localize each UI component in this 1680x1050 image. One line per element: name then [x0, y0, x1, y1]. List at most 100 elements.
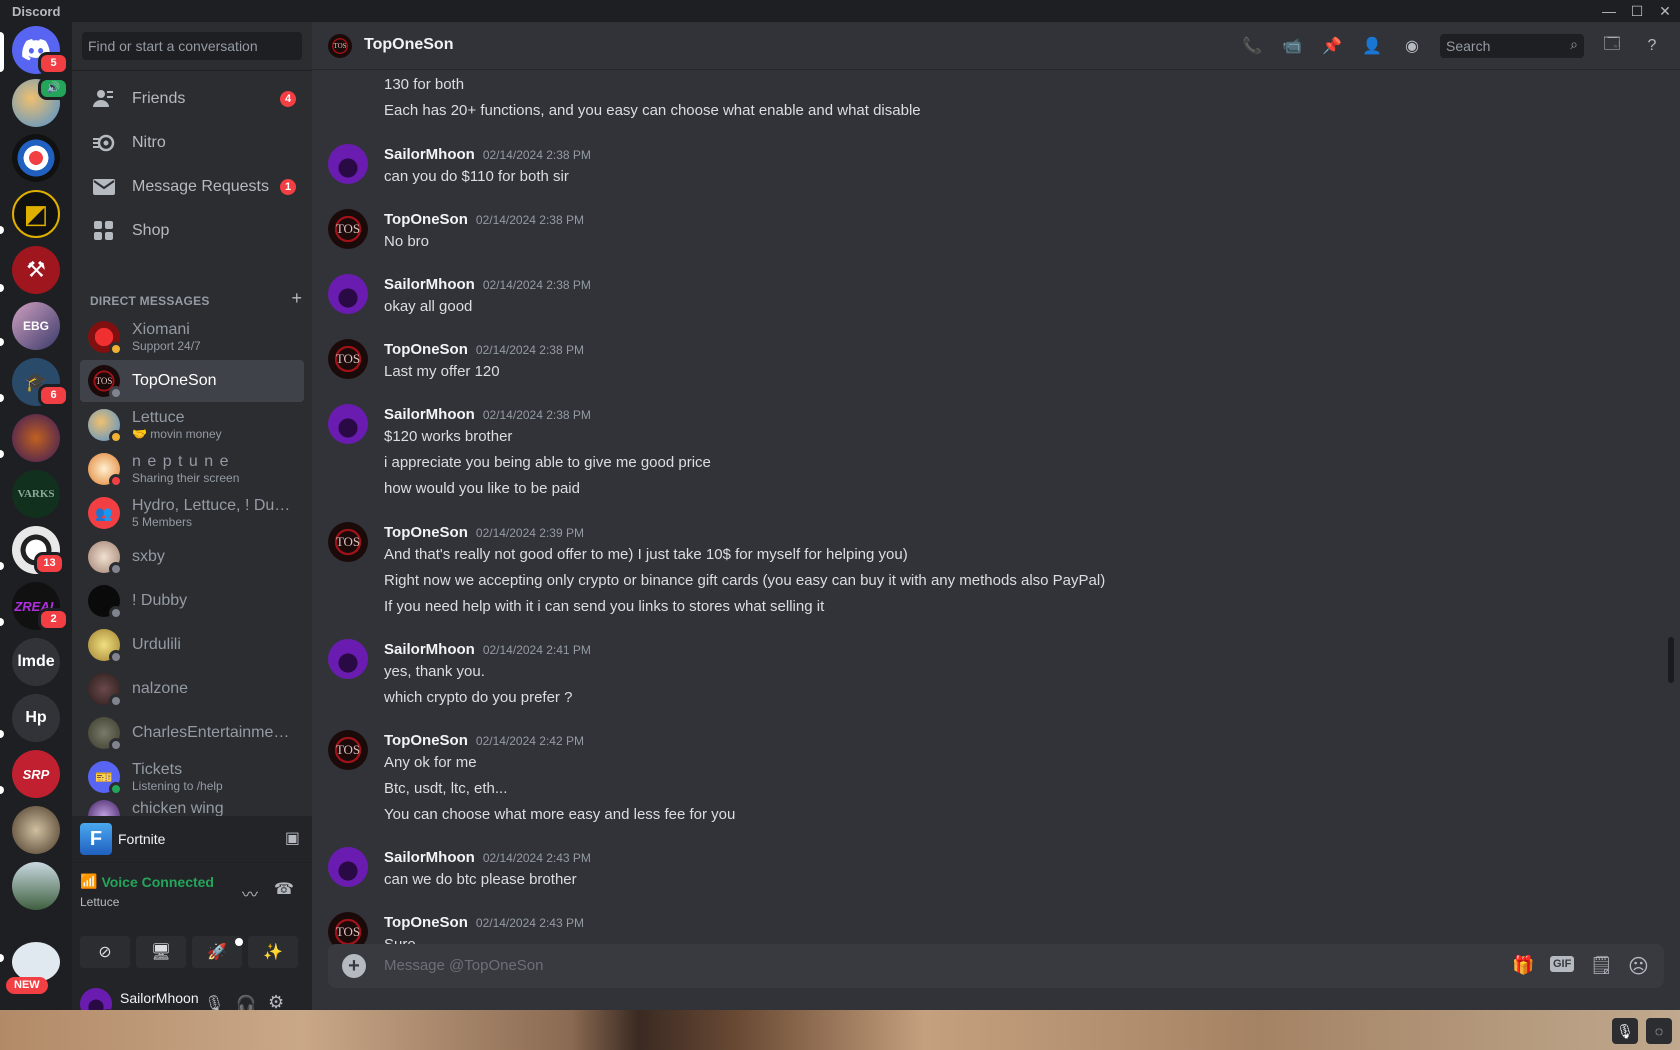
author-name[interactable]: SailorMhoon: [384, 406, 475, 423]
dm-item-lettuce[interactable]: Lettuce 🤝 movin money: [80, 404, 304, 446]
add-attachment-icon[interactable]: +: [342, 954, 366, 978]
server-icon[interactable]: [12, 134, 60, 182]
gift-icon[interactable]: 🎁: [1512, 955, 1534, 976]
server-icon[interactable]: 🎓 6: [12, 358, 69, 407]
server-icon[interactable]: [12, 806, 60, 854]
server-icon[interactable]: SRP: [12, 750, 60, 798]
server-icon[interactable]: ⚒: [12, 246, 60, 294]
voice-call-icon[interactable]: 📞: [1240, 34, 1264, 58]
stream-screen-icon[interactable]: ▣: [285, 828, 300, 848]
noise-suppression-icon[interactable]: 〰: [242, 881, 258, 905]
scrollbar[interactable]: [1668, 637, 1674, 683]
overlay-settings-icon[interactable]: ◌: [1646, 1018, 1672, 1044]
friends-nav[interactable]: Friends 4: [80, 78, 304, 120]
author-name[interactable]: TopOneSon: [384, 211, 468, 228]
avatar[interactable]: TOS: [328, 209, 368, 249]
friends-badge: 4: [280, 91, 296, 107]
message-text: Each has 20+ functions, and you easy can…: [384, 102, 921, 119]
message-input[interactable]: Message @TopOneSon: [384, 957, 544, 974]
message-composer: + Message @TopOneSon 🎁 GIF 🗒 ☹: [328, 944, 1664, 988]
timestamp: 02/14/2024 2:38 PM: [475, 343, 584, 357]
shop-icon: [92, 219, 116, 243]
author-name[interactable]: TopOneSon: [384, 341, 468, 358]
avatar[interactable]: TOS: [328, 522, 368, 562]
author-name[interactable]: SailorMhoon: [384, 641, 475, 658]
inbox-icon[interactable]: 🗔: [1600, 34, 1624, 58]
avatar[interactable]: [328, 639, 368, 679]
dm-item-toponeson[interactable]: TOS TopOneSon: [80, 360, 304, 402]
timestamp: 02/14/2024 2:39 PM: [475, 526, 584, 540]
nitro-label: Nitro: [132, 134, 166, 151]
shop-nav[interactable]: Shop: [80, 210, 304, 252]
server-icon[interactable]: [12, 862, 60, 910]
message-text: You can choose what more easy and less f…: [384, 806, 736, 823]
message-text: 130 for both: [384, 76, 465, 93]
sticker-icon[interactable]: 🗒: [1590, 955, 1613, 976]
server-icon[interactable]: EBG: [12, 302, 60, 350]
close-button[interactable]: ✕: [1651, 0, 1679, 22]
dm-item-urdulili[interactable]: Urdulili: [80, 624, 304, 666]
help-icon[interactable]: ?: [1640, 34, 1664, 58]
message-text: i appreciate you being able to give me g…: [384, 454, 711, 471]
user-profile-icon[interactable]: ◉: [1400, 34, 1424, 58]
avatar[interactable]: [328, 144, 368, 184]
dm-item-dubby[interactable]: ! Dubby: [80, 580, 304, 622]
voice-channel: Lettuce: [80, 895, 120, 909]
home-badge: 5: [38, 52, 69, 75]
author-name[interactable]: TopOneSon: [384, 914, 468, 931]
server-icon[interactable]: 🔊: [12, 77, 69, 127]
server-icon[interactable]: ◩: [12, 190, 60, 238]
soundboard-button[interactable]: ✨: [248, 936, 298, 968]
video-call-icon[interactable]: 📹: [1280, 34, 1304, 58]
message-requests-nav[interactable]: Message Requests 1: [80, 166, 304, 208]
dm-item-charles[interactable]: CharlesEntertainmen...: [80, 712, 304, 754]
timestamp: 02/14/2024 2:38 PM: [482, 148, 591, 162]
author-name[interactable]: TopOneSon: [384, 732, 468, 749]
dm-item-tickets[interactable]: 🎫 Tickets Listening to /help: [80, 756, 304, 798]
avatar[interactable]: TOS: [328, 730, 368, 770]
dm-item-sxby[interactable]: sxby: [80, 536, 304, 578]
server-hp[interactable]: Hp: [12, 694, 60, 742]
server-icon[interactable]: ZREAL 2: [12, 582, 69, 631]
maximize-button[interactable]: ☐: [1623, 0, 1651, 22]
avatar: [88, 541, 123, 576]
minimize-button[interactable]: —: [1595, 0, 1623, 22]
home-button[interactable]: 5: [12, 26, 69, 75]
gif-button[interactable]: GIF: [1550, 956, 1575, 972]
disconnect-icon[interactable]: ☎: [274, 879, 294, 899]
camera-off-button[interactable]: ⊘: [80, 936, 130, 968]
new-badge: NEW: [6, 977, 48, 994]
rocket-icon: 🚀: [207, 944, 227, 961]
author-name[interactable]: TopOneSon: [384, 524, 468, 541]
server-icon[interactable]: [12, 414, 60, 462]
dm-item-xiomani[interactable]: Xiomani Support 24/7: [80, 316, 304, 358]
emoji-icon[interactable]: ☹: [1628, 954, 1649, 979]
pin-icon[interactable]: 📌: [1320, 34, 1344, 58]
avatar: [88, 629, 123, 664]
message-requests-label: Message Requests: [132, 178, 269, 195]
create-dm-plus-icon[interactable]: +: [291, 288, 302, 309]
author-name[interactable]: SailorMhoon: [384, 146, 475, 163]
ticket-icon: 🎫: [88, 761, 123, 796]
search-input[interactable]: Search ⌕: [1440, 34, 1584, 58]
server-icon[interactable]: 13: [12, 526, 65, 575]
dm-item-nalzone[interactable]: nalzone: [80, 668, 304, 710]
overlay-mic-icon[interactable]: 🎙: [1612, 1018, 1638, 1044]
server-lmde[interactable]: lmde: [12, 638, 60, 686]
avatar[interactable]: [328, 847, 368, 887]
avatar: [88, 717, 123, 752]
avatar[interactable]: [328, 404, 368, 444]
screen-share-button[interactable]: 🖥: [136, 936, 186, 968]
dm-item-group[interactable]: 👥 Hydro, Lettuce, ! Dub... 5 Members: [80, 492, 304, 534]
dm-item-neptune[interactable]: n e p t u n e Sharing their screen: [80, 448, 304, 490]
avatar[interactable]: [328, 274, 368, 314]
author-name[interactable]: SailorMhoon: [384, 849, 475, 866]
add-friend-icon[interactable]: 👤: [1360, 34, 1384, 58]
server-icon[interactable]: VARKS: [12, 470, 60, 518]
server-icon[interactable]: [12, 942, 60, 982]
nitro-nav[interactable]: Nitro: [80, 122, 304, 164]
avatar[interactable]: TOS: [328, 339, 368, 379]
message-text: can you do $110 for both sir: [384, 168, 569, 185]
author-name[interactable]: SailorMhoon: [384, 276, 475, 293]
search-conversation-input[interactable]: Find or start a conversation: [82, 32, 302, 60]
